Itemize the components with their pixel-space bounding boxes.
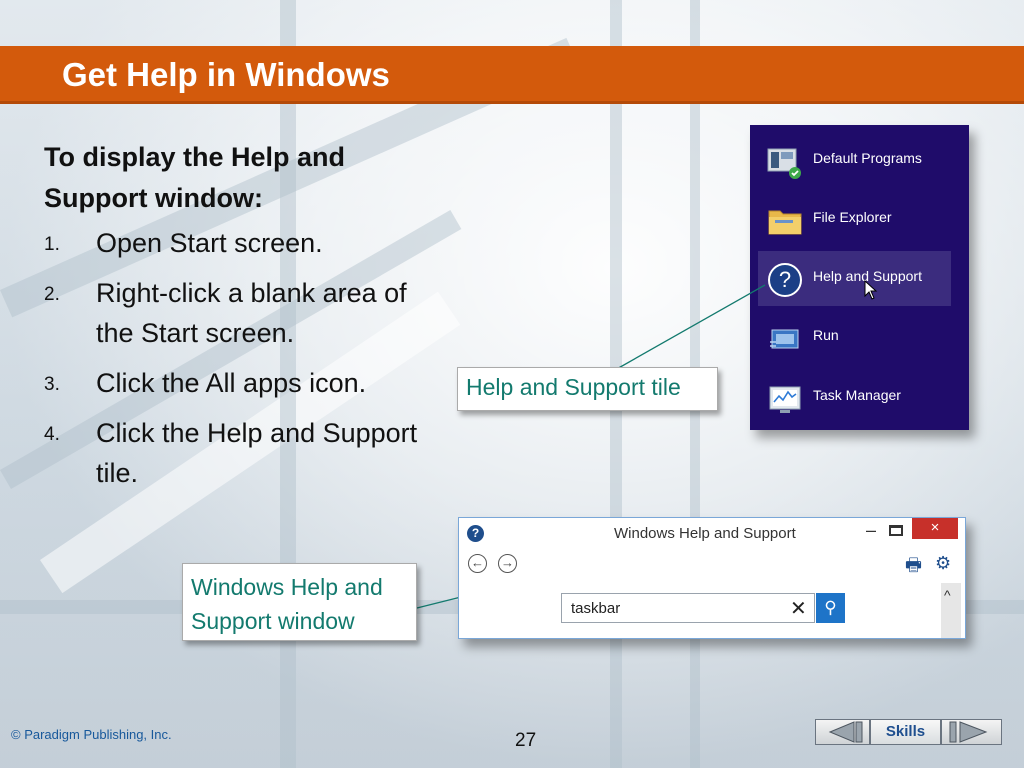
previous-arrow-icon — [828, 721, 863, 743]
search-value: taskbar — [571, 600, 621, 617]
next-arrow-icon — [949, 721, 988, 743]
forward-button[interactable]: → — [498, 554, 517, 573]
callout-help-tile: Help and Support tile — [457, 367, 718, 411]
callout-text: Support window — [191, 608, 355, 634]
maximize-button[interactable] — [889, 525, 903, 536]
next-slide-button[interactable] — [941, 719, 1002, 745]
clear-search-button[interactable]: ✕ — [790, 596, 807, 621]
skills-button[interactable]: Skills — [870, 719, 941, 745]
callout-text: Help and Support tile — [466, 374, 681, 400]
scrollbar[interactable]: ^ — [941, 583, 961, 638]
callout-help-window: Windows Help and Support window — [182, 563, 417, 641]
minimize-button[interactable]: – — [861, 520, 881, 541]
window-titlebar: ? Windows Help and Support – × — [459, 518, 965, 548]
help-icon: ? — [467, 525, 484, 542]
callout-text: Windows Help and — [191, 574, 383, 600]
print-icon[interactable]: 🖶 — [905, 553, 922, 583]
search-input[interactable]: taskbar ✕ — [561, 593, 815, 623]
settings-gear-icon[interactable]: ⚙ — [935, 553, 951, 574]
page-number: 27 — [515, 730, 537, 751]
back-button[interactable]: ← — [468, 554, 487, 573]
copyright-text: © Paradigm Publishing, Inc. — [11, 727, 172, 742]
window-title: Windows Help and Support — [614, 525, 796, 542]
close-button[interactable]: × — [912, 518, 958, 539]
slide-navigation: Skills — [815, 719, 1002, 745]
scroll-up-icon[interactable]: ^ — [944, 587, 951, 603]
search-button[interactable]: ⚲ — [816, 593, 845, 623]
previous-slide-button[interactable] — [815, 719, 870, 745]
help-window: ? Windows Help and Support – × ← → 🖶 ⚙ t… — [458, 517, 966, 639]
